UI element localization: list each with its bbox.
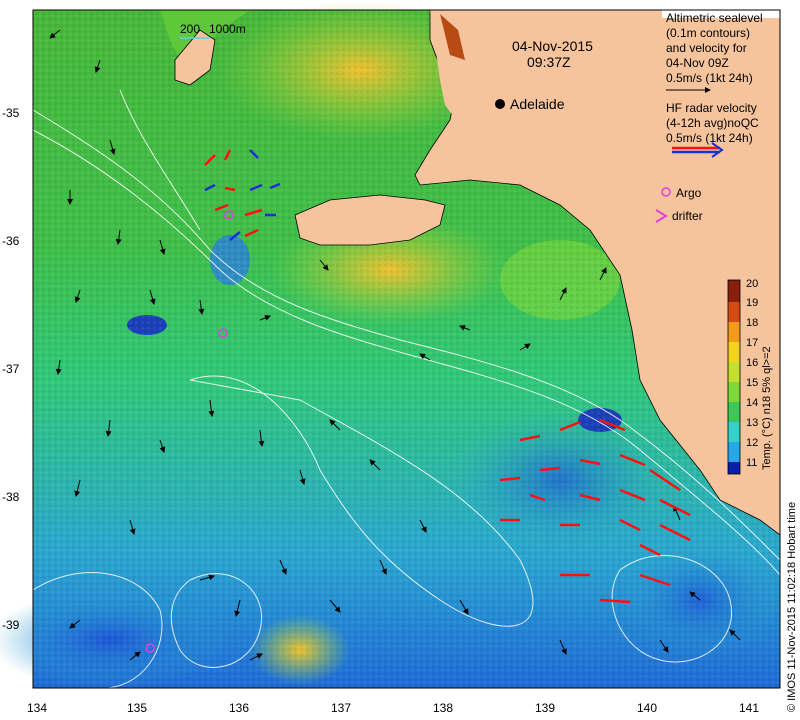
svg-text:13: 13 xyxy=(746,417,758,429)
svg-text:20: 20 xyxy=(746,278,758,290)
svg-text:(4-12h avg)noQC: (4-12h avg)noQC xyxy=(666,116,759,130)
svg-text:136: 136 xyxy=(229,701,249,715)
depth-200-label: 200 xyxy=(180,22,200,36)
credit: © IMOS 11-Nov-2015 11:02:18 Hobart time xyxy=(786,502,798,712)
adelaide-marker xyxy=(495,99,505,109)
svg-text:141: 141 xyxy=(739,701,759,715)
svg-text:139: 139 xyxy=(535,701,555,715)
svg-text:134: 134 xyxy=(27,701,47,715)
map-date: 04-Nov-2015 xyxy=(512,38,593,54)
svg-text:138: 138 xyxy=(433,701,453,715)
svg-text:Altimetric sealevel: Altimetric sealevel xyxy=(666,11,763,25)
city-label: Adelaide xyxy=(510,96,565,112)
svg-text:17: 17 xyxy=(746,337,758,349)
svg-text:04-Nov 09Z: 04-Nov 09Z xyxy=(666,56,729,70)
svg-text:drifter: drifter xyxy=(672,209,703,223)
svg-text:-39: -39 xyxy=(2,618,20,632)
svg-text:18: 18 xyxy=(746,317,758,329)
svg-text:135: 135 xyxy=(127,701,147,715)
plot-area xyxy=(0,0,781,690)
svg-text:16: 16 xyxy=(746,357,758,369)
svg-text:137: 137 xyxy=(331,701,351,715)
sst-map: Adelaide 04-Nov-2015 09:37Z 200 1000m Al… xyxy=(0,0,798,715)
svg-text:-35: -35 xyxy=(2,106,20,120)
svg-text:HF radar velocity: HF radar velocity xyxy=(666,101,757,115)
svg-text:140: 140 xyxy=(637,701,657,715)
svg-text:14: 14 xyxy=(746,397,758,409)
colorbar-label: Temp. (°C) n18 5% ql>=2 xyxy=(761,346,773,470)
depth-1000-label: 1000m xyxy=(209,22,246,36)
svg-text:19: 19 xyxy=(746,297,758,309)
svg-text:0.5m/s (1kt 24h): 0.5m/s (1kt 24h) xyxy=(666,71,753,85)
svg-text:-36: -36 xyxy=(2,234,20,248)
svg-text:11: 11 xyxy=(746,457,757,469)
svg-text:0.5m/s (1kt 24h): 0.5m/s (1kt 24h) xyxy=(666,131,753,145)
svg-text:15: 15 xyxy=(746,377,758,389)
svg-text:(0.1m contours): (0.1m contours) xyxy=(666,26,750,40)
svg-text:Argo: Argo xyxy=(676,186,702,200)
y-axis: -35 -36 -37 -38 -39 xyxy=(2,106,20,632)
svg-text:-38: -38 xyxy=(2,490,20,504)
x-axis: 134 135 136 137 138 139 140 141 xyxy=(27,701,759,715)
svg-text:12: 12 xyxy=(746,437,758,449)
svg-text:and velocity for: and velocity for xyxy=(666,41,747,55)
map-time: 09:37Z xyxy=(527,54,571,70)
svg-text:-37: -37 xyxy=(2,362,20,376)
